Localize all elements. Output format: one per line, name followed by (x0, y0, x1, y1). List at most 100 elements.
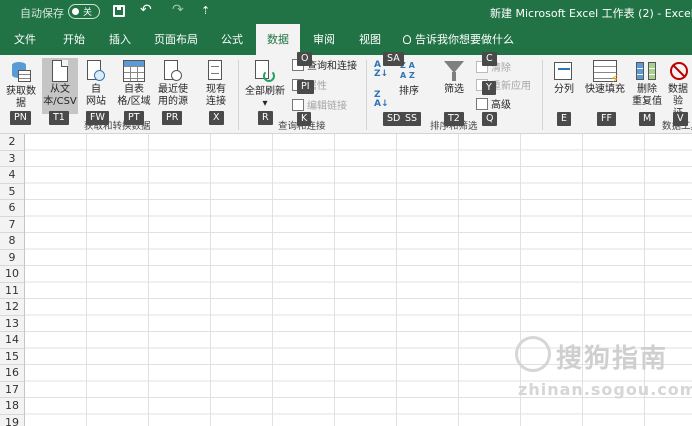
row-header[interactable]: 6 (0, 200, 24, 217)
sort-button[interactable]: Z AA Z 排序 (392, 58, 426, 114)
advanced-filter-icon (476, 98, 488, 110)
from-web-label: 自 (91, 84, 101, 95)
lightbulb-icon (403, 35, 411, 44)
recent-clock-icon (163, 60, 183, 82)
row-header[interactable]: 9 (0, 250, 24, 266)
edit-links-label: 编辑链接 (307, 101, 347, 112)
keytip-existing: X (209, 111, 224, 125)
undo-icon[interactable]: ↶ (140, 2, 152, 18)
from-web-label-2: 网站 (86, 96, 106, 107)
tab-page-layout[interactable]: 页面布局 (148, 24, 204, 55)
keytip-clear: C (482, 52, 497, 66)
edit-links-icon (292, 99, 304, 111)
remove-dup-label-2: 重复值 (632, 96, 662, 107)
existing-connections-button[interactable]: 现有 连接 (201, 58, 231, 114)
tab-review[interactable]: 审阅 (304, 24, 344, 55)
save-icon[interactable] (113, 5, 125, 17)
table-icon (123, 60, 145, 82)
get-data-label: 获取数 (6, 86, 36, 97)
row-header[interactable]: 10 (0, 266, 24, 283)
row-header[interactable]: 17 (0, 382, 24, 398)
recent-label: 最近使 (158, 84, 188, 95)
keytip-from-web: FW (86, 111, 109, 125)
keytip-validation: V (673, 112, 688, 126)
row-headers: 2 3 4 5 6 7 8 9 10 11 12 13 14 15 16 17 … (0, 134, 25, 426)
row-header[interactable]: 15 (0, 349, 24, 365)
remove-duplicates-button[interactable]: 删除 重复值 (630, 58, 664, 114)
split-label: 分列 (554, 84, 574, 95)
row-header[interactable]: 19 (0, 415, 24, 426)
refresh-icon (253, 60, 277, 84)
refresh-all-label: 全部刷新 (245, 86, 285, 97)
tab-formulas[interactable]: 公式 (212, 24, 252, 55)
validation-label: 数据验 (668, 84, 688, 107)
text-to-columns-button[interactable]: 分列 (548, 58, 580, 114)
keytip-properties: PI (297, 80, 314, 94)
from-csv-button[interactable]: 从文 本/CSV (42, 58, 78, 114)
recent-label-2: 用的源 (158, 96, 188, 107)
row-header[interactable]: 4 (0, 167, 24, 184)
keytip-recent: PR (162, 111, 183, 125)
row-header[interactable]: 2 (0, 134, 24, 151)
flash-fill-button[interactable]: 快速填充 (582, 58, 628, 114)
row-header[interactable]: 7 (0, 217, 24, 233)
data-validation-button[interactable]: 数据验 证 (664, 58, 692, 114)
watermark-text: 搜狗指南 (556, 344, 669, 374)
existing-label-2: 连接 (206, 96, 226, 107)
tab-view[interactable]: 视图 (350, 24, 390, 55)
recent-sources-button[interactable]: 最近使 用的源 (155, 58, 191, 114)
filter-label: 筛选 (444, 84, 464, 95)
tell-me-box[interactable]: 告诉我你想要做什么 (403, 24, 514, 55)
keytip-from-table: PT (124, 111, 144, 125)
tab-insert[interactable]: 插入 (100, 24, 140, 55)
keytip-refresh-all: R (258, 111, 273, 125)
keytip-advanced: Q (482, 112, 498, 126)
row-header[interactable]: 14 (0, 332, 24, 349)
connections-icon (207, 60, 225, 82)
remove-duplicates-icon (635, 60, 659, 82)
row-header[interactable]: 12 (0, 299, 24, 316)
refresh-all-button[interactable]: 全部刷新 ▾ (243, 58, 287, 114)
row-header[interactable]: 13 (0, 316, 24, 332)
tab-file[interactable]: 文件 (6, 24, 44, 55)
tab-data[interactable]: 数据 (256, 24, 300, 55)
get-data-button[interactable]: 获取数 据 (2, 58, 40, 114)
web-globe-icon (86, 60, 106, 82)
database-icon (10, 60, 32, 84)
group-separator (542, 60, 543, 130)
row-header[interactable]: 3 (0, 151, 24, 167)
row-header[interactable]: 5 (0, 184, 24, 200)
from-web-button[interactable]: 自 网站 (82, 58, 110, 114)
watermark-logo-icon (515, 336, 551, 372)
data-validation-icon (667, 60, 689, 82)
filter-funnel-icon (443, 60, 465, 82)
flash-fill-icon (593, 60, 619, 85)
ribbon-data: 获取数 据 从文 本/CSV 自 网站 自表 格/区域 最近使 用的源 现有 连… (0, 52, 692, 134)
row-header[interactable]: 11 (0, 283, 24, 299)
row-header[interactable]: 18 (0, 398, 24, 415)
sort-label: 排序 (399, 86, 419, 97)
text-file-icon (52, 60, 68, 82)
autosave-state: 关 (83, 8, 93, 18)
keytip-split: E (557, 112, 572, 126)
filter-button[interactable]: 筛选 (438, 58, 470, 114)
customize-qat-icon[interactable]: ⇡ (201, 4, 210, 17)
flash-fill-label: 快速填充 (585, 84, 625, 95)
advanced-label: 高级 (491, 100, 511, 111)
from-table-button[interactable]: 自表 格/区域 (114, 58, 154, 114)
keytip-queries: O (297, 52, 313, 66)
keytip-sort: SS (401, 112, 422, 126)
keytip-edit-links: K (297, 112, 312, 126)
remove-dup-label: 删除 (637, 84, 657, 95)
tab-home[interactable]: 开始 (54, 24, 94, 55)
redo-icon[interactable]: ↷ (172, 2, 184, 18)
keytip-get-data: PN (10, 111, 31, 125)
window-title: 新建 Microsoft Excel 工作表 (2) - Excel (490, 7, 692, 20)
ribbon-tabs: 文件 开始 插入 页面布局 公式 数据 审阅 视图 告诉我你想要做什么 (0, 24, 692, 55)
row-header[interactable]: 16 (0, 365, 24, 382)
autosave-toggle[interactable]: 关 (68, 4, 100, 19)
title-bar: 自动保存 关 ↶ ↷ ⇡ 新建 Microsoft Excel 工作表 (2) … (0, 0, 692, 24)
row-header[interactable]: 8 (0, 233, 24, 250)
group-separator (366, 60, 367, 130)
from-csv-label-2: 本/CSV (43, 96, 77, 107)
